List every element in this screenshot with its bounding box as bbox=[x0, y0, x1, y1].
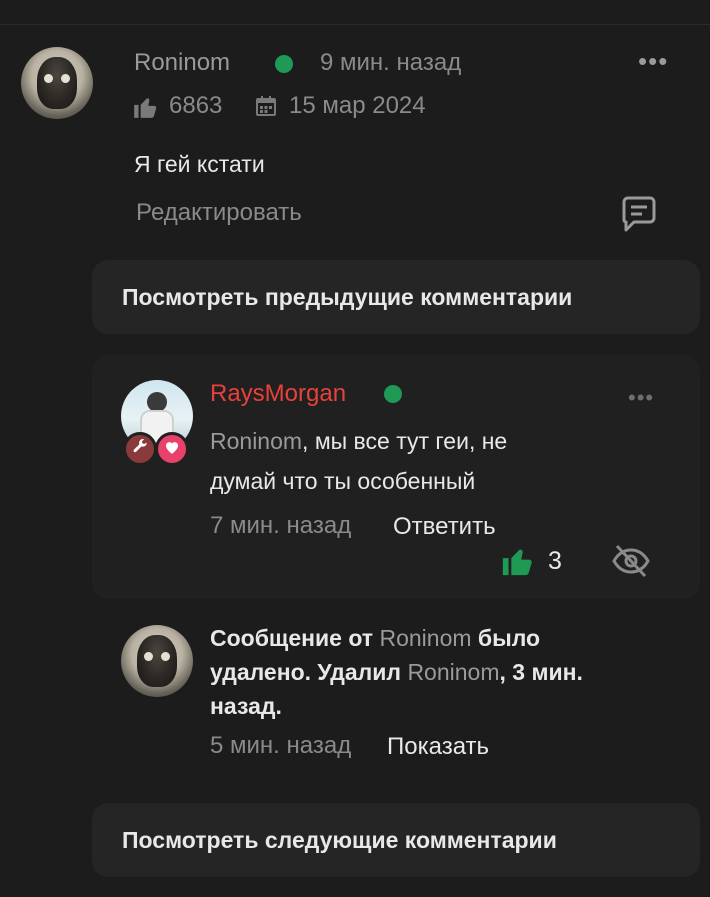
deleted-avatar[interactable] bbox=[121, 625, 193, 697]
show-button[interactable]: Показать bbox=[387, 727, 489, 767]
load-next-label: Посмотреть следующие комментарии bbox=[122, 827, 557, 853]
wrench-icon bbox=[131, 438, 149, 461]
thumbs-up-icon[interactable] bbox=[500, 544, 534, 578]
post-likes-count: 6863 bbox=[169, 92, 223, 119]
reply-text-part2: думай что ты особенный bbox=[210, 468, 476, 494]
supporter-badge bbox=[155, 432, 189, 466]
avatar[interactable] bbox=[21, 47, 93, 119]
more-icon[interactable]: ••• bbox=[638, 46, 668, 77]
deleted-time: 5 мин. назад bbox=[210, 732, 352, 759]
top-divider bbox=[0, 24, 710, 25]
post-time: 9 мин. назад bbox=[320, 49, 462, 76]
reply-button[interactable]: Ответить bbox=[393, 507, 496, 547]
avatar-skull-image bbox=[36, 57, 78, 109]
moderator-badge bbox=[123, 432, 157, 466]
reply-online-indicator bbox=[384, 385, 402, 403]
heart-icon bbox=[163, 438, 181, 461]
post-date: 15 мар 2024 bbox=[289, 92, 426, 119]
deleted-message-text: Сообщение от Roninom было удалено. Удали… bbox=[210, 621, 583, 723]
reply-username[interactable]: RaysMorgan bbox=[210, 380, 346, 408]
reply-text: Roninom, мы все тут геи, не думай что ты… bbox=[210, 421, 507, 501]
thumbs-up-icon bbox=[132, 94, 158, 120]
avatar-skull-image bbox=[136, 635, 178, 687]
reply-comment-icon[interactable] bbox=[618, 194, 660, 236]
deleted-suffix-2: , 3 мин. bbox=[499, 659, 583, 685]
deleted-suffix-1: было bbox=[471, 625, 541, 651]
post-username[interactable]: Roninom bbox=[134, 49, 230, 77]
reply-text-part1: , мы все тут геи, не bbox=[302, 428, 508, 454]
deleted-prefix-1: Сообщение от bbox=[210, 625, 380, 651]
load-next-comments-button[interactable]: Посмотреть следующие комментарии bbox=[92, 803, 700, 877]
online-indicator bbox=[275, 55, 293, 73]
reply-mention[interactable]: Roninom bbox=[210, 428, 302, 454]
reply-time: 7 мин. назад bbox=[210, 512, 352, 539]
reply-likes-count: 3 bbox=[548, 547, 562, 575]
reply-more-icon[interactable]: ••• bbox=[628, 385, 654, 411]
load-previous-label: Посмотреть предыдущие комментарии bbox=[122, 284, 573, 310]
hide-eye-icon[interactable] bbox=[611, 543, 651, 579]
avatar-person-image bbox=[147, 392, 167, 412]
calendar-icon bbox=[254, 94, 278, 118]
deleted-prefix-2: удалено. Удалил bbox=[210, 659, 408, 685]
deleted-by[interactable]: Roninom bbox=[407, 659, 499, 685]
post-text: Я гей кстати bbox=[134, 151, 265, 177]
deleted-line-3: назад. bbox=[210, 693, 282, 719]
edit-link[interactable]: Редактировать bbox=[136, 199, 302, 227]
load-previous-comments-button[interactable]: Посмотреть предыдущие комментарии bbox=[92, 260, 700, 334]
deleted-author[interactable]: Roninom bbox=[379, 625, 471, 651]
